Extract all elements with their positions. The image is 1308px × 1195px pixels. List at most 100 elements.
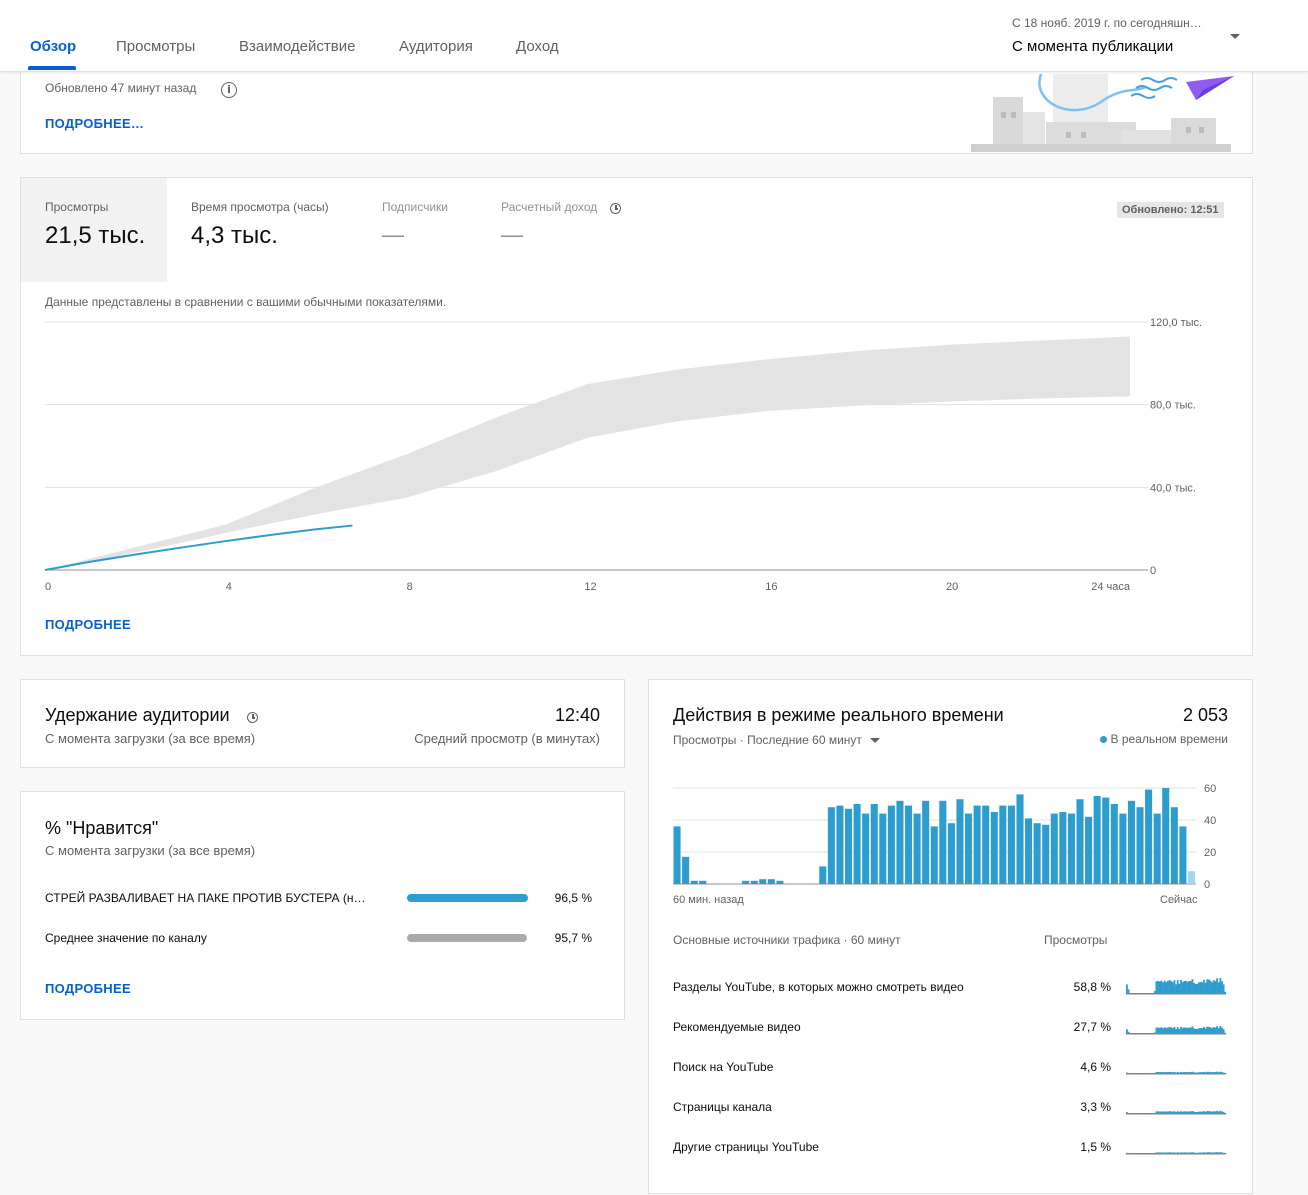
more-link-likes[interactable]: ПОДРОБНЕЕ — [45, 981, 131, 996]
rt-bar[interactable] — [862, 813, 870, 884]
rt-bar[interactable] — [1025, 818, 1033, 884]
rt-bar[interactable] — [930, 826, 938, 884]
rt-bar[interactable] — [673, 826, 681, 884]
metric-watchtime-label[interactable]: Время просмотра (часы) — [191, 200, 329, 214]
rt-bar[interactable] — [1110, 804, 1118, 884]
rt-bar[interactable] — [682, 856, 690, 884]
sparkline-bar — [1222, 1152, 1225, 1154]
metric-revenue-label[interactable]: Расчетный доход — [501, 200, 597, 214]
rt-bar[interactable] — [879, 813, 887, 884]
rt-bar[interactable] — [1016, 794, 1024, 884]
rt-bar[interactable] — [1127, 800, 1135, 884]
realtime-filter-label[interactable]: Просмотры · Последние 60 минут — [673, 733, 862, 747]
rt-bar[interactable] — [1050, 813, 1058, 884]
rt-bar[interactable] — [1153, 813, 1161, 884]
rt-bar[interactable] — [1145, 789, 1153, 884]
rt-bar[interactable] — [887, 805, 895, 884]
rt-bar[interactable] — [965, 813, 973, 884]
rt-bar[interactable] — [1042, 824, 1050, 884]
rt-bar[interactable] — [1059, 812, 1067, 884]
tab-audience[interactable]: Аудитория — [399, 38, 473, 55]
sparkline-bar — [1193, 1028, 1196, 1034]
rt-bar[interactable] — [1119, 813, 1127, 884]
sparkline-bar — [1201, 1072, 1204, 1074]
rt-bar[interactable] — [1187, 871, 1195, 884]
sparkline-bar — [1140, 1113, 1143, 1114]
rt-bar[interactable] — [1033, 823, 1041, 884]
retention-card[interactable]: Удержание аудитории С момента загрузки (… — [20, 679, 625, 768]
sparkline-bar — [1157, 1152, 1159, 1154]
rt-bar[interactable] — [1085, 816, 1093, 884]
rt-bar[interactable] — [690, 880, 698, 884]
sparkline-bar — [1137, 1113, 1140, 1114]
rt-bar[interactable] — [999, 805, 1007, 884]
sparkline-bar — [1189, 1152, 1192, 1154]
rt-bar[interactable] — [699, 880, 707, 884]
chevron-down-icon[interactable] — [1230, 34, 1240, 39]
rt-bar[interactable] — [922, 800, 930, 884]
rt-bar[interactable] — [819, 866, 827, 884]
sparkline-bar — [1171, 1111, 1174, 1114]
more-link[interactable]: ПОДРОБНЕЕ… — [45, 116, 144, 131]
sparkline-bar — [1160, 980, 1163, 994]
sparkline-bar — [1216, 1152, 1219, 1154]
rt-bar[interactable] — [896, 800, 904, 884]
sparkline-bar — [1132, 1073, 1135, 1074]
sparkline-bar — [1212, 980, 1215, 994]
tab-overview[interactable]: Обзор — [30, 38, 76, 55]
rt-bar[interactable] — [1076, 799, 1084, 884]
rt-bar[interactable] — [776, 880, 784, 884]
info-icon[interactable]: i — [221, 80, 237, 98]
rt-bar[interactable] — [750, 880, 758, 884]
period-select[interactable]: С момента публикации — [1012, 38, 1173, 55]
rt-bar[interactable] — [870, 804, 878, 884]
sparkline-bar — [1137, 1033, 1140, 1034]
tab-revenue[interactable]: Доход — [516, 38, 559, 55]
metric-subscribers-label[interactable]: Подписчики — [382, 200, 448, 214]
rt-bar[interactable] — [1007, 805, 1015, 884]
sparkline-bar — [1204, 1111, 1207, 1114]
rt-bar[interactable] — [1170, 807, 1178, 884]
sparkline-bar — [1152, 993, 1155, 994]
rt-bar[interactable] — [939, 800, 947, 884]
sparkline-bar — [1153, 1032, 1156, 1034]
sparkline-bar — [1142, 1153, 1145, 1154]
rt-bar[interactable] — [1102, 797, 1110, 884]
rt-bar[interactable] — [947, 823, 955, 884]
sparkline-bar — [1196, 1072, 1199, 1074]
rt-bar[interactable] — [973, 805, 981, 884]
rt-bar[interactable] — [1179, 826, 1187, 884]
typical-range-band — [45, 336, 1130, 570]
rt-bar[interactable] — [844, 808, 853, 884]
rt-bar[interactable] — [990, 812, 998, 884]
sparkline-bar — [1224, 1113, 1227, 1114]
rt-bar[interactable] — [1136, 807, 1144, 884]
sparkline-bar — [1222, 1112, 1225, 1114]
rt-bar[interactable] — [1162, 788, 1170, 884]
rt-bar[interactable] — [904, 805, 913, 884]
rt-bar[interactable] — [759, 879, 767, 884]
sparkline-bar — [1140, 993, 1143, 994]
rt-bar[interactable] — [827, 807, 835, 884]
sparkline-bar — [1126, 1072, 1128, 1074]
rt-bar[interactable] — [836, 805, 844, 884]
more-link-chart[interactable]: ПОДРОБНЕЕ — [45, 617, 131, 632]
realtime-filter[interactable]: Просмотры · Последние 60 минут — [673, 733, 880, 747]
tab-engagement[interactable]: Взаимодействие — [239, 38, 355, 55]
sparkline-bar — [1140, 1073, 1143, 1074]
date-range-text[interactable]: С 18 нояб. 2019 г. по сегодняшн… — [1012, 16, 1202, 30]
rt-bar[interactable] — [1067, 813, 1075, 884]
rt-bar[interactable] — [1093, 796, 1101, 884]
likes-bar-video — [407, 894, 528, 902]
sparkline-bar — [1155, 1027, 1158, 1034]
rt-bar[interactable] — [956, 799, 964, 884]
rt-bar[interactable] — [742, 880, 750, 884]
sparkline-bar — [1221, 1072, 1223, 1074]
rt-bar[interactable] — [767, 879, 775, 884]
rt-bar[interactable] — [982, 805, 990, 884]
chevron-down-icon[interactable] — [869, 738, 880, 744]
rt-bar[interactable] — [913, 813, 921, 884]
rt-bar[interactable] — [853, 804, 861, 884]
tab-views[interactable]: Просмотры — [116, 38, 195, 55]
sparkline-bar — [1135, 993, 1138, 994]
